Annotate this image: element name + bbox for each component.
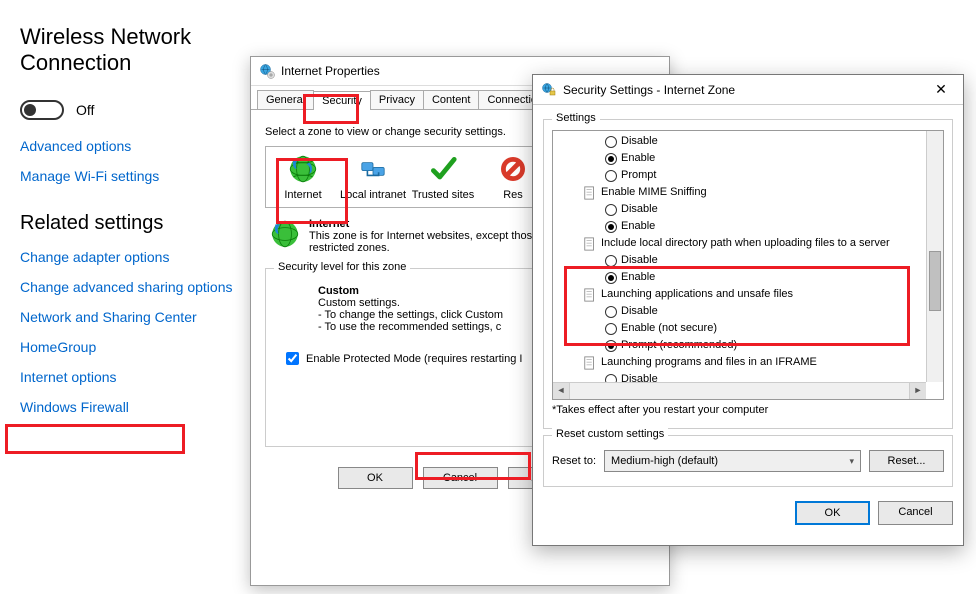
opt-enable1: Enable [621,150,655,167]
globe-icon [287,153,319,185]
link-change-sharing[interactable]: Change advanced sharing options [20,279,270,295]
opt-launch-apps: Launching applications and unsafe files [601,286,793,303]
opt-disable1: Disable [621,133,658,150]
radio-enable-not-secure[interactable] [605,323,617,335]
restart-note: *Takes effect after you restart your com… [552,404,944,416]
custom-line3: - To use the recommended settings, c [318,321,501,333]
reset-custom-group: Reset custom settings Reset to: Medium-h… [543,435,953,487]
radio-disable[interactable] [605,204,617,216]
cancel-button[interactable]: Cancel [878,501,953,525]
checkmark-icon [427,153,459,185]
zone-intranet-label: Local intranet [340,189,406,201]
opt-enable2: Enable [621,218,655,235]
radio-enable[interactable] [605,153,617,165]
tab-content[interactable]: Content [423,90,480,109]
dialog-security-settings: Security Settings - Internet Zone ✕ Sett… [532,74,964,546]
reset-to-value: Medium-high (default) [611,455,718,467]
dialog2-title-text: Security Settings - Internet Zone [563,83,735,97]
opt-prompt-rec: Prompt (recommended) [621,337,737,354]
zone-trusted-sites[interactable]: Trusted sites [408,153,478,201]
reset-button[interactable]: Reset... [869,450,944,472]
related-settings-heading: Related settings [20,212,270,235]
opt-prompt1: Prompt [621,167,656,184]
tab-general[interactable]: General [257,90,314,109]
scroll-left-button[interactable]: ◄ [553,383,570,400]
link-network-sharing-center[interactable]: Network and Sharing Center [20,309,270,325]
close-button[interactable]: ✕ [927,81,955,98]
chevron-down-icon: ▾ [849,456,854,467]
ok-button[interactable]: OK [338,467,413,489]
prohibit-icon [497,153,529,185]
link-manage-wifi[interactable]: Manage Wi-Fi settings [20,168,270,184]
vertical-scrollbar[interactable] [926,131,943,382]
intranet-icon [357,153,389,185]
page-icon [583,356,597,370]
cancel-button[interactable]: Cancel [423,467,498,489]
opt-include: Include local directory path when upload… [601,235,890,252]
horizontal-scrollbar[interactable]: ◄ ► [553,382,926,399]
custom-line2: - To change the settings, click Custom [318,309,503,321]
radio-disable[interactable] [605,306,617,318]
opt-disable2: Disable [621,201,658,218]
page-title: Wireless Network Connection [20,24,270,76]
link-change-adapter[interactable]: Change adapter options [20,249,270,265]
protected-mode-label: Enable Protected Mode (requires restarti… [306,353,522,365]
settings-panel: Wireless Network Connection Off Advanced… [20,24,270,429]
reset-to-label: Reset to: [552,455,596,467]
globe-icon [269,218,301,250]
wifi-toggle-label: Off [76,102,94,118]
ok-button[interactable]: OK [795,501,870,525]
dialog-title-text: Internet Properties [281,64,380,78]
protected-mode-checkbox[interactable] [286,352,299,365]
opt-launch-iframe: Launching programs and files in an IFRAM… [601,354,817,371]
zone-local-intranet[interactable]: Local intranet [338,153,408,201]
security-level-title: Security level for this zone [274,261,410,273]
zone-restricted-label: Res [503,189,523,201]
radio-disable[interactable] [605,255,617,267]
link-internet-options[interactable]: Internet options [20,369,270,385]
custom-line1: Custom settings. [318,297,400,309]
settings-group: Settings Disable Enable Prompt Enable MI… [543,119,953,429]
opt-mime: Enable MIME Sniffing [601,184,707,201]
opt-disable3: Disable [621,252,658,269]
radio-disable[interactable] [605,136,617,148]
zone-internet[interactable]: Internet [268,153,338,201]
scroll-right-button[interactable]: ► [909,383,926,400]
zone-trusted-label: Trusted sites [412,189,475,201]
security-icon [541,82,557,98]
opt-enable-ns: Enable (not secure) [621,320,717,337]
settings-group-title: Settings [552,112,600,124]
zone-internet-label: Internet [284,189,321,201]
link-windows-firewall[interactable]: Windows Firewall [20,399,270,415]
internet-options-icon [259,63,275,79]
scrollbar-thumb[interactable] [929,251,941,311]
tab-security[interactable]: Security [313,91,371,110]
reset-to-select[interactable]: Medium-high (default) ▾ [604,450,861,472]
radio-enable[interactable] [605,221,617,233]
page-icon [583,237,597,251]
tab-privacy[interactable]: Privacy [370,90,424,109]
link-advanced-options[interactable]: Advanced options [20,138,270,154]
opt-enable3: Enable [621,269,655,286]
page-icon [583,186,597,200]
radio-enable[interactable] [605,272,617,284]
settings-tree[interactable]: Disable Enable Prompt Enable MIME Sniffi… [552,130,944,400]
wifi-toggle[interactable] [20,100,64,120]
opt-disable4: Disable [621,303,658,320]
radio-prompt[interactable] [605,170,617,182]
page-icon [583,288,597,302]
reset-custom-title: Reset custom settings [552,428,668,440]
link-homegroup[interactable]: HomeGroup [20,339,270,355]
radio-prompt-recommended[interactable] [605,340,617,352]
